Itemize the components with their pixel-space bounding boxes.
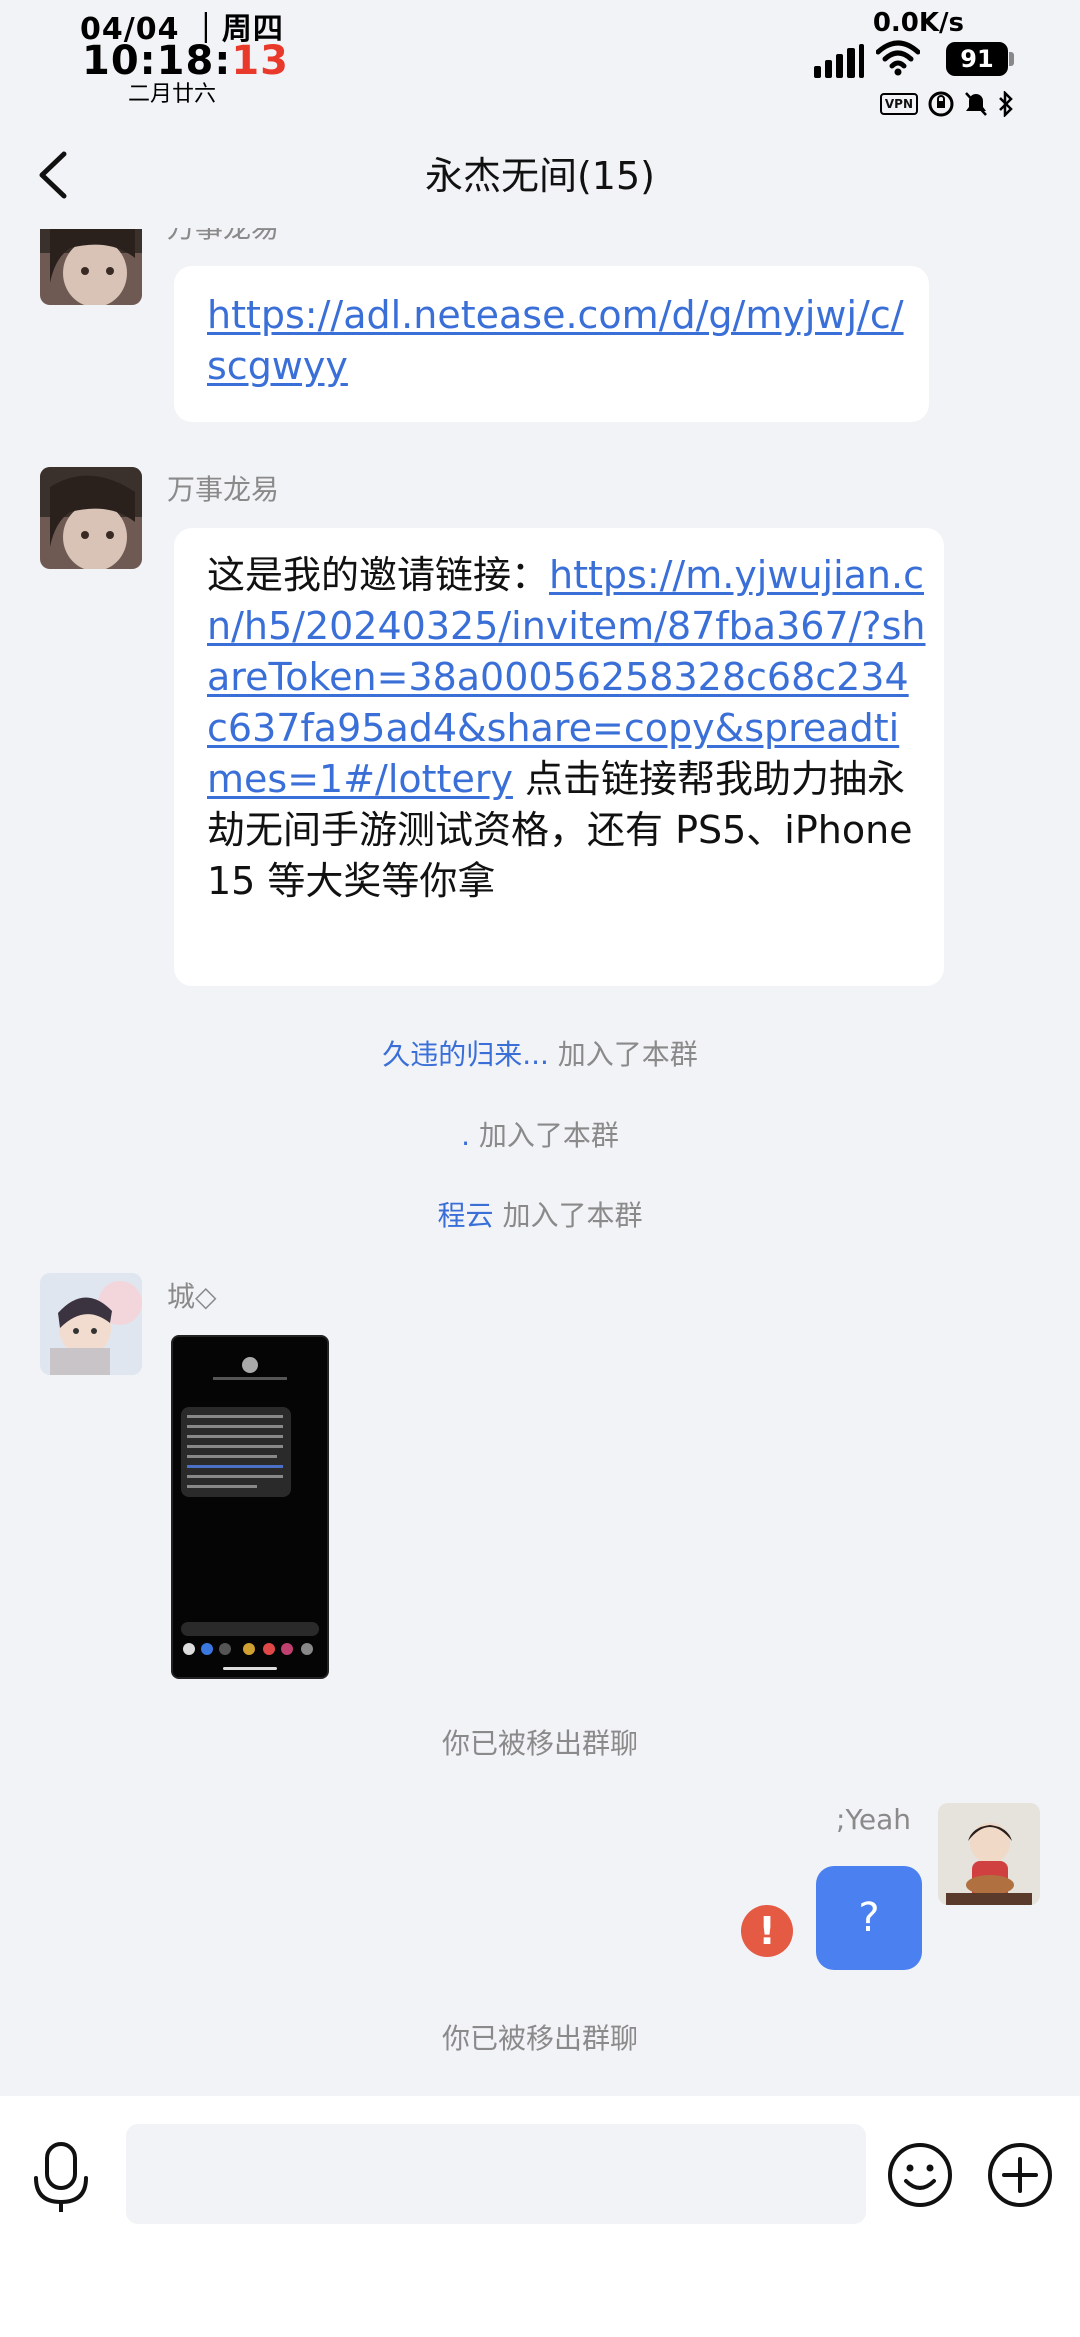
sender-name: 万事龙易	[167, 211, 280, 244]
sender-name: ;Yeah	[836, 1803, 911, 1836]
wifi-icon	[876, 40, 920, 76]
avatar[interactable]	[40, 1273, 142, 1375]
image-message[interactable]	[171, 1335, 329, 1679]
system-notice: 久违的归来... 加入了本群	[0, 1033, 1080, 1073]
microphone-icon[interactable]	[30, 2140, 92, 2214]
mute-icon	[965, 92, 987, 116]
system-notice: 你已被移出群聊	[441, 2022, 638, 2055]
avatar[interactable]	[938, 1803, 1040, 1905]
sender-name: 城◇	[167, 1280, 217, 1313]
message-bubble[interactable]: https://adl.netease.com/d/g/myjwj/c/scgw…	[174, 266, 929, 422]
avatar[interactable]	[40, 467, 142, 569]
message-bubble[interactable]: 这是我的邀请链接：https://m.yjwujian.cn/h5/202403…	[174, 528, 944, 986]
system-notice: 你已被移出群聊	[441, 1727, 638, 1760]
notice-text: 加入了本群	[548, 1038, 698, 1071]
status-extra-icons: VPN	[879, 90, 1014, 118]
battery-icon: 91	[946, 42, 1008, 76]
battery-tip	[1009, 52, 1014, 66]
avatar[interactable]	[40, 229, 142, 305]
chat-title[interactable]: 永杰无间(15)	[0, 145, 1080, 200]
member-name[interactable]: 程云	[438, 1199, 494, 1232]
rotation-lock-icon	[928, 91, 954, 117]
notice-text: 加入了本群	[470, 1119, 619, 1152]
message-text: 这是我的邀请链接：	[207, 553, 550, 597]
message-link[interactable]: https://adl.netease.com/d/g/myjwj/c/scgw…	[207, 293, 904, 388]
member-name[interactable]: 久违的归来...	[382, 1038, 549, 1071]
vpn-icon: VPN	[879, 93, 918, 115]
my-message-bubble[interactable]: ?	[816, 1866, 922, 1970]
bluetooth-icon	[999, 91, 1013, 117]
member-name[interactable]: .	[461, 1119, 470, 1152]
notice-text: 加入了本群	[493, 1199, 643, 1232]
error-icon[interactable]: !	[741, 1905, 793, 1957]
sender-name: 万事龙易	[167, 473, 280, 506]
emoji-icon[interactable]	[886, 2141, 954, 2209]
plus-icon[interactable]	[986, 2141, 1054, 2209]
message-input[interactable]	[126, 2124, 866, 2224]
status-lunar-date: 二月廿六	[128, 82, 217, 107]
signal-icon	[814, 44, 864, 78]
system-notice: 程云 加入了本群	[0, 1194, 1080, 1234]
status-net-speed: 0.0K/s	[872, 8, 964, 38]
system-notice: . 加入了本群	[0, 1114, 1080, 1154]
clock-seconds: 13	[231, 38, 289, 84]
